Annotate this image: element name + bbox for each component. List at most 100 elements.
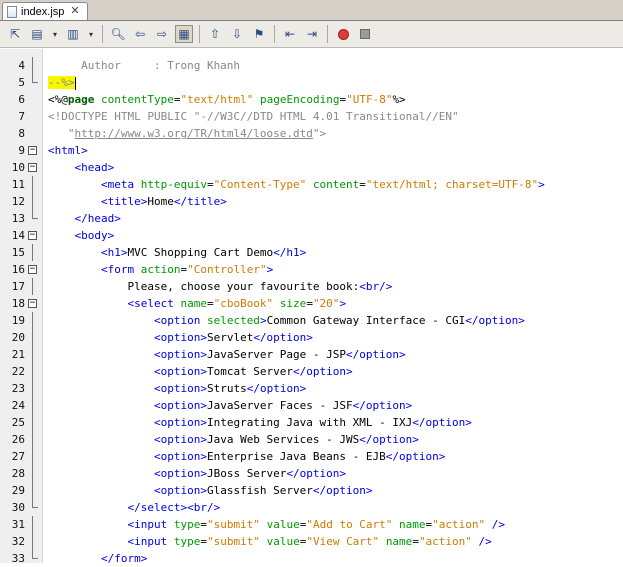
toolbar-separator (102, 25, 103, 43)
stop-macro-icon[interactable] (356, 25, 374, 43)
line-number: 13 (11, 212, 25, 225)
code-token: = (306, 297, 313, 310)
code-line[interactable]: 18− <select name="cboBook" size="20"> (0, 295, 623, 312)
code-token: <!DOCTYPE HTML PUBLIC "-//W3C//DTD HTML … (48, 110, 459, 123)
code-line[interactable]: 23 <option>Struts</option> (0, 380, 623, 397)
code-line[interactable]: 31 <input type="submit" value="Add to Ca… (0, 516, 623, 533)
code-text: <option>Java Web Services - JWS</option> (48, 431, 419, 448)
previous-bookmark-icon[interactable]: ⇧ (206, 25, 224, 43)
shift-right-icon[interactable]: ⇥ (303, 25, 321, 43)
code-token: <option> (48, 450, 207, 463)
code-line[interactable]: 24 <option>JavaServer Faces - JSF</optio… (0, 397, 623, 414)
code-token: Integrating Java with XML - IXJ (206, 416, 413, 429)
line-number: 19 (11, 314, 25, 327)
back-dropdown-icon[interactable]: ▾ (50, 25, 60, 43)
code-line[interactable]: 20 <option>Servlet</option> (0, 329, 623, 346)
code-editor[interactable]: 4 Author : Trong Khanh 5 --%> 6 <%@page cont… (0, 49, 623, 565)
code-token: </option> (352, 399, 413, 412)
code-token: </option> (412, 416, 472, 429)
code-line[interactable]: 19 <option selected>Common Gateway Inter… (0, 312, 623, 329)
fold-toggle-icon[interactable]: − (28, 231, 37, 240)
code-line[interactable]: 29 <option>Glassfish Server</option> (0, 482, 623, 499)
code-token: > (259, 314, 267, 327)
line-number: 26 (11, 433, 25, 446)
code-line[interactable]: 12 <title>Home</title> (0, 193, 623, 210)
code-token: > (538, 178, 545, 191)
line-number: 18 (11, 297, 25, 310)
last-edit-icon[interactable]: ⇱ (6, 25, 24, 43)
code-token: Glassfish Server (206, 484, 313, 497)
start-macro-icon[interactable] (334, 25, 352, 43)
code-line[interactable]: 22 <option>Tomcat Server</option> (0, 363, 623, 380)
code-token: Common Gateway Interface - CGI (266, 314, 466, 327)
code-line[interactable]: 7 <!DOCTYPE HTML PUBLIC "-//W3C//DTD HTML… (0, 108, 623, 125)
code-line[interactable]: 11 <meta http-equiv="Content-Type" conte… (0, 176, 623, 193)
code-text: </form> (48, 550, 147, 567)
code-text: <input type="submit" value="View Cart" n… (48, 533, 491, 550)
line-number: 5 (18, 76, 25, 89)
line-number: 22 (11, 365, 25, 378)
code-line[interactable]: 33 </form> (0, 550, 623, 567)
code-token: "submit" (206, 535, 260, 548)
code-line[interactable]: 30 </select><br/> (0, 499, 623, 516)
code-line[interactable]: 9− <html> (0, 142, 623, 159)
code-token: </option> (346, 348, 406, 361)
code-line[interactable]: 21 <option>JavaServer Page - JSP</option… (0, 346, 623, 363)
back-icon[interactable]: ▤ (28, 25, 46, 43)
code-line[interactable]: 4 Author : Trong Khanh (0, 57, 623, 74)
code-line[interactable]: 25 <option>Integrating Java with XML - I… (0, 414, 623, 431)
find-previous-icon[interactable]: ⇦ (131, 25, 149, 43)
jsp-file-icon (7, 5, 17, 18)
code-line[interactable]: 13 </head> (0, 210, 623, 227)
fold-end-marker (32, 499, 38, 508)
find-icon[interactable]: 🔍︎ (109, 25, 127, 43)
code-text: <meta http-equiv="Content-Type" content=… (48, 176, 545, 193)
fold-toggle-icon[interactable]: − (28, 146, 37, 155)
code-token: </h1> (273, 246, 307, 259)
code-token: name (385, 535, 413, 548)
code-token: = (206, 178, 214, 191)
code-line[interactable]: 28 <option>JBoss Server</option> (0, 465, 623, 482)
code-token: = (200, 535, 207, 548)
code-token: </option> (246, 382, 307, 395)
code-token: pageEncoding (259, 93, 340, 106)
text-caret (74, 76, 76, 90)
forward-icon[interactable]: ▥ (64, 25, 82, 43)
code-line[interactable]: 5 --%> (0, 74, 623, 91)
code-text: <option>Tomcat Server</option> (48, 363, 353, 380)
code-token: </title> (173, 195, 227, 208)
shift-left-icon[interactable]: ⇤ (281, 25, 299, 43)
code-token: <form (48, 263, 141, 276)
line-number: 12 (11, 195, 25, 208)
code-line[interactable]: 17 Please, choose your favourite book:<b… (0, 278, 623, 295)
close-tab-icon[interactable]: ✕ (70, 6, 79, 17)
code-token: <input (48, 518, 174, 531)
toggle-highlight-icon[interactable]: ▦ (175, 25, 193, 43)
fold-guide (32, 176, 33, 193)
line-number: 16 (11, 263, 25, 276)
toggle-bookmark-icon[interactable]: ⚑ (250, 25, 268, 43)
code-token: Struts (206, 382, 247, 395)
line-number: 15 (11, 246, 25, 259)
fold-toggle-icon[interactable]: − (28, 299, 37, 308)
code-line[interactable]: 27 <option>Enterprise Java Beans - EJB</… (0, 448, 623, 465)
code-line[interactable]: 32 <input type="submit" value="View Cart… (0, 533, 623, 550)
fold-toggle-icon[interactable]: − (28, 163, 37, 172)
code-line[interactable]: 26 <option>Java Web Services - JWS</opti… (0, 431, 623, 448)
code-line[interactable]: 15 <h1>MVC Shopping Cart Demo</h1> (0, 244, 623, 261)
code-line[interactable]: 14− <body> (0, 227, 623, 244)
code-token: type (173, 518, 201, 531)
forward-dropdown-icon[interactable]: ▾ (86, 25, 96, 43)
code-line[interactable]: 16− <form action="Controller"> (0, 261, 623, 278)
next-bookmark-icon[interactable]: ⇩ (228, 25, 246, 43)
code-line[interactable]: 10− <head> (0, 159, 623, 176)
code-line[interactable]: 6 <%@page contentType="text/html" pageEnc… (0, 91, 623, 108)
code-token: "View Cart" (306, 535, 380, 548)
tab-index-jsp[interactable]: index.jsp ✕ (2, 2, 88, 20)
fold-toggle-icon[interactable]: − (28, 265, 37, 274)
code-line[interactable]: 8 "http://www.w3.org/TR/html4/loose.dtd"… (0, 125, 623, 142)
code-text: "http://www.w3.org/TR/html4/loose.dtd"> (48, 125, 326, 142)
find-next-icon[interactable]: ⇨ (153, 25, 171, 43)
fold-end-marker (32, 210, 38, 219)
